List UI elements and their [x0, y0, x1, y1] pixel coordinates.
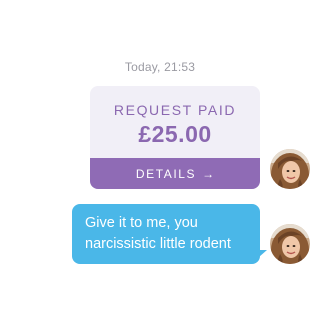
- arrow-right-icon: →: [202, 166, 215, 181]
- sender-avatar[interactable]: [270, 224, 310, 264]
- chat-screen: Today, 21:53 REQUEST PAID £25.00 DETAILS…: [0, 0, 320, 320]
- details-button-label: DETAILS: [135, 166, 197, 181]
- avatar-photo: [270, 149, 310, 189]
- message-line-1: Give it to me, you: [85, 215, 198, 231]
- request-summary: REQUEST PAID £25.00: [90, 86, 260, 158]
- details-button[interactable]: DETAILS →: [90, 158, 260, 189]
- message-bubble[interactable]: Give it to me, you narcissistic little r…: [72, 204, 260, 264]
- payment-request-card[interactable]: REQUEST PAID £25.00 DETAILS →: [90, 86, 260, 189]
- request-amount: £25.00: [138, 121, 212, 147]
- sender-avatar[interactable]: [270, 149, 310, 189]
- message-timestamp: Today, 21:53: [124, 60, 196, 74]
- request-status-label: REQUEST PAID: [113, 102, 237, 118]
- message-bubble-tail: [259, 250, 267, 257]
- message-line-2: narcissistic little rodent: [85, 236, 231, 252]
- avatar-photo: [270, 224, 310, 264]
